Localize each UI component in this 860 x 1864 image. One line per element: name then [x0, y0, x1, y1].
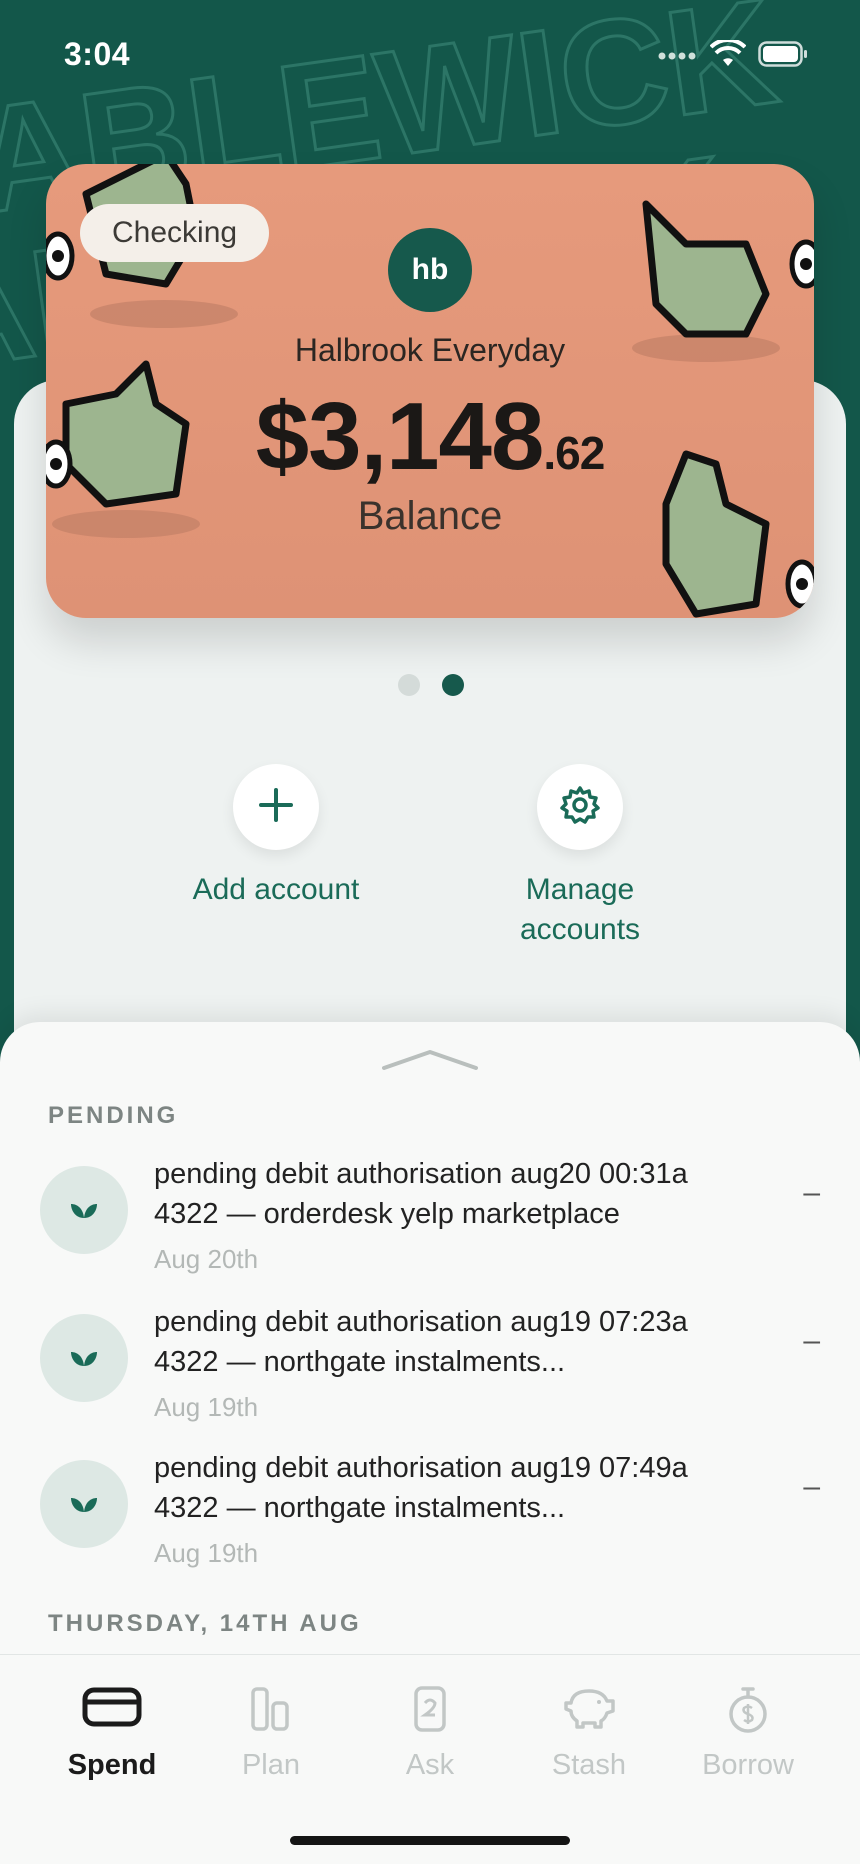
- balance-cents: .62: [543, 427, 605, 479]
- transaction-date: Aug 20th: [154, 1244, 259, 1274]
- signal-icon: [658, 48, 698, 66]
- card-pager[interactable]: [398, 674, 464, 696]
- status-time: 3:04: [64, 36, 131, 72]
- transaction-merchant: 4322 — northgate instalments...: [154, 1492, 566, 1524]
- tab-bar: Spend Plan Ask Stash Borrow: [0, 1654, 860, 1864]
- transaction-date: Aug 19th: [154, 1392, 259, 1422]
- sprout-icon: [69, 1490, 99, 1519]
- card-icon: [82, 1685, 142, 1734]
- status-bar: 3:04: [0, 0, 860, 110]
- balance-label: Balance: [357, 494, 503, 538]
- tab-borrow-label: Borrow: [702, 1749, 794, 1781]
- tab-spend-label: Spend: [67, 1749, 157, 1781]
- manage-accounts-button[interactable]: Manage accounts: [480, 764, 680, 950]
- gear-icon: [560, 785, 600, 830]
- balance-amount: $3,148.62: [46, 382, 814, 492]
- plus-icon: [258, 787, 294, 828]
- account-name: Halbrook Everyday: [294, 332, 566, 368]
- sprout-icon: [69, 1344, 99, 1373]
- bars-icon: [249, 1685, 293, 1738]
- transaction-amount: –: [803, 1176, 820, 1209]
- transaction-row[interactable]: pending debit authorisation aug20 00:31a…: [0, 1154, 860, 1294]
- add-account-label: Add account: [192, 873, 360, 906]
- transaction-date: Aug 19th: [154, 1538, 259, 1568]
- transaction-description: pending debit authorisation aug19 07:23a: [154, 1306, 688, 1338]
- sheet-grabber-icon[interactable]: [382, 1048, 478, 1077]
- transaction-description: pending debit authorisation aug20 00:31a: [154, 1158, 688, 1190]
- account-card[interactable]: Checking hb Halbrook Everyday $3,148.62 …: [46, 164, 814, 618]
- account-type-chip[interactable]: Checking: [80, 204, 270, 262]
- date-section-title: THURSDAY, 14TH AUG: [48, 1610, 362, 1637]
- manage-accounts-label-1: Manage: [525, 873, 635, 906]
- phone-chat-icon: [412, 1685, 448, 1738]
- sprout-icon: [69, 1196, 99, 1225]
- pending-section-title: PENDING: [48, 1102, 179, 1129]
- bank-logo: hb: [388, 228, 472, 312]
- transaction-amount: –: [803, 1470, 820, 1503]
- tab-plan-label: Plan: [241, 1749, 301, 1781]
- pager-dot-active[interactable]: [442, 674, 464, 696]
- transaction-merchant: 4322 — northgate instalments...: [154, 1346, 566, 1378]
- manage-accounts-label-2: accounts: [519, 913, 641, 946]
- home-indicator[interactable]: [290, 1836, 570, 1845]
- transaction-merchant: 4322 — orderdesk yelp marketplace: [154, 1198, 620, 1230]
- transaction-amount: –: [803, 1324, 820, 1357]
- add-account-button[interactable]: Add account: [176, 764, 376, 910]
- tab-stash-label: Stash: [551, 1749, 627, 1781]
- tab-ask-label: Ask: [405, 1749, 455, 1781]
- transaction-row[interactable]: pending debit authorisation aug19 07:49a…: [0, 1448, 860, 1588]
- wifi-icon: [709, 37, 747, 73]
- transaction-row[interactable]: pending debit authorisation aug19 07:23a…: [0, 1302, 860, 1442]
- battery-icon: [758, 41, 808, 72]
- piggy-bank-icon: [563, 1685, 615, 1734]
- balance-dollars: $3,148: [255, 383, 545, 490]
- pager-dot[interactable]: [398, 674, 420, 696]
- transaction-description: pending debit authorisation aug19 07:49a: [154, 1452, 688, 1484]
- stopwatch-dollar-icon: [726, 1685, 770, 1740]
